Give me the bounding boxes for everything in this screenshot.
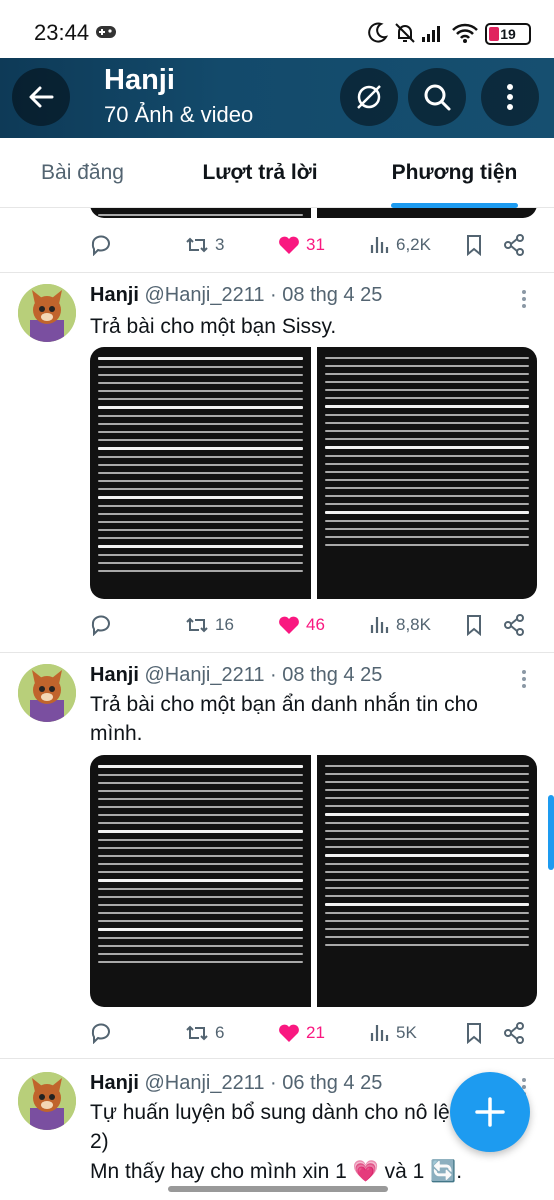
views-icon [370,1025,389,1041]
bookmark-icon [467,235,481,256]
status-time: 23:44 [34,20,90,45]
retweet-button[interactable]: 16 [185,600,234,650]
avatar[interactable] [18,284,76,342]
media-image[interactable] [316,208,537,218]
tweet-text-line2: Mn thấy hay cho mình xin 1 💗 và 1 🔄. [90,1160,463,1183]
reply-button[interactable] [90,600,118,650]
more-options-button[interactable] [481,68,539,126]
media-image[interactable] [90,208,311,218]
views-button[interactable]: 6,2K [370,220,431,270]
bell-muted-icon [395,23,415,43]
retweet-icon [186,1025,208,1041]
tweet-header: Hanji @Hanji_2211 · 08 thg 4 25 [90,284,383,306]
heart-filled-icon [279,1024,299,1042]
back-button[interactable] [12,68,70,126]
views-button[interactable]: 8,8K [370,600,431,650]
reply-button[interactable] [90,220,118,270]
avatar-fox-icon [18,1072,76,1130]
author-name[interactable]: Hanji [90,1072,139,1094]
tweet-media[interactable] [90,755,537,1007]
tweet-actions: 6 21 5K [0,1008,554,1058]
wifi-icon [452,23,478,43]
tweet-actions: 16 46 8,8K [0,600,554,650]
search-button[interactable] [408,68,466,126]
tab-media[interactable]: Phương tiện [355,138,554,208]
tweet-time[interactable]: 08 thg 4 25 [282,664,382,686]
avatar[interactable] [18,664,76,722]
arrow-left-icon [29,86,54,108]
tweet-header: Hanji @Hanji_2211 · 06 thg 4 25 [90,1072,383,1094]
media-image[interactable] [90,755,311,1007]
share-button[interactable] [503,220,525,270]
reply-icon [91,1023,110,1044]
plus-icon [475,1097,505,1127]
share-icon [504,614,524,636]
share-button[interactable] [503,600,525,650]
tweet-more-button[interactable] [518,288,530,308]
compose-button[interactable] [450,1072,530,1152]
media-image[interactable] [90,347,311,599]
tweet-more-button[interactable] [518,668,530,688]
views-button[interactable]: 5K [370,1008,417,1058]
retweet-icon [186,237,208,253]
timeline: 3 31 6,2K Hanji @Hanji_2211 · 08 thg 4 2… [0,208,554,1200]
like-button[interactable]: 46 [278,600,325,650]
tweet-media[interactable] [90,208,537,218]
tweet-time[interactable]: 06 thg 4 25 [282,1072,382,1094]
views-icon [370,237,389,253]
game-controller-icon [96,26,116,38]
more-vertical-icon [507,84,513,110]
tweet-time[interactable]: 08 thg 4 25 [282,284,382,306]
bookmark-button[interactable] [465,1008,483,1058]
retweet-icon [186,617,208,633]
profile-name: Hanji [104,64,175,96]
tweet-media[interactable] [90,347,537,599]
author-name[interactable]: Hanji [90,664,139,686]
bookmark-button[interactable] [465,220,483,270]
status-bar: 23:44 19 [0,0,554,58]
author-handle[interactable]: @Hanji_2211 [144,284,264,306]
retweet-button[interactable]: 3 [185,220,224,270]
grok-icon [357,85,381,109]
bookmark-icon [467,1023,481,1044]
heart-filled-icon [279,236,299,254]
reply-icon [91,235,110,256]
tab-posts[interactable]: Bài đăng [0,138,165,208]
gesture-nav-handle[interactable] [168,1186,388,1192]
moon-icon [368,22,389,43]
heart-filled-icon [279,616,299,634]
share-icon [504,234,524,256]
tweet-text: Trả bài cho một bạn ẩn danh nhắn tin cho… [90,693,478,745]
author-handle[interactable]: @Hanji_2211 [144,1072,264,1094]
avatar-fox-icon [18,664,76,722]
author-name[interactable]: Hanji [90,284,139,306]
media-count: 70 Ảnh & video [104,102,254,127]
reply-icon [91,615,110,636]
share-icon [504,1022,524,1044]
grok-button[interactable] [340,68,398,126]
tab-replies[interactable]: Lượt trả lời [165,138,355,208]
tweet-header: Hanji @Hanji_2211 · 08 thg 4 25 [90,664,383,686]
profile-header: Hanji 70 Ảnh & video [0,58,554,138]
media-image[interactable] [316,347,537,599]
reply-button[interactable] [90,1008,118,1058]
profile-tabs: Bài đăng Lượt trả lời Phương tiện [0,138,554,208]
scrollbar[interactable] [548,795,554,870]
media-image[interactable] [316,755,537,1007]
tweet-text: Trả bài cho một bạn Sissy. [90,315,337,338]
signal-icon [422,26,440,42]
avatar[interactable] [18,1072,76,1130]
like-button[interactable]: 21 [278,1008,325,1058]
avatar-fox-icon [18,284,76,342]
search-icon [424,84,451,111]
tweet-actions: 3 31 6,2K [0,220,554,270]
bookmark-icon [467,615,481,636]
retweet-button[interactable]: 6 [185,1008,224,1058]
bookmark-button[interactable] [465,600,483,650]
like-button[interactable]: 31 [278,220,325,270]
author-handle[interactable]: @Hanji_2211 [144,664,264,686]
views-icon [370,617,389,633]
share-button[interactable] [503,1008,525,1058]
battery-indicator: 19 [485,23,531,45]
